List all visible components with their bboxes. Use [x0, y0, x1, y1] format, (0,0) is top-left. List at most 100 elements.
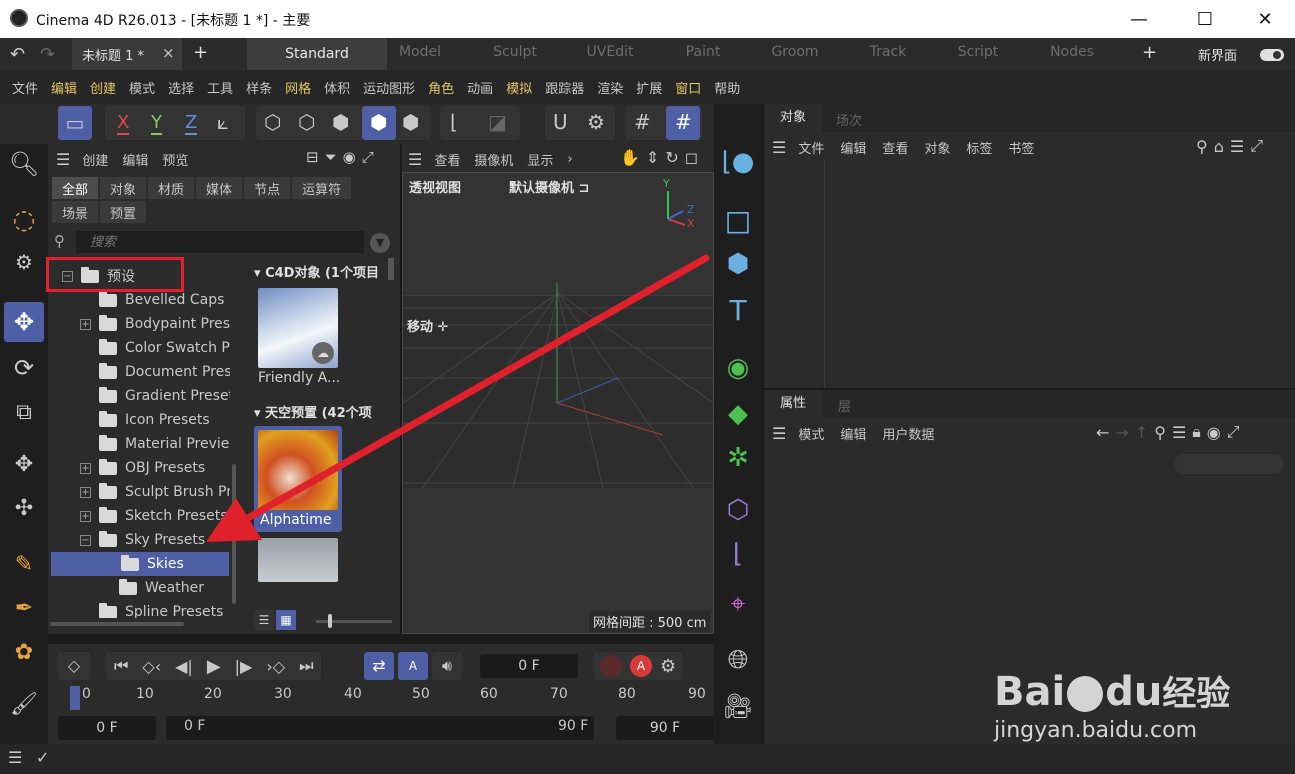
object-menu-file[interactable]: 文件 [798, 138, 824, 157]
tree-item[interactable]: Gradient Presets [48, 384, 230, 408]
asset-thumbnail-friendly[interactable]: ☁ [258, 288, 338, 368]
view-mode-icon[interactable]: ▭ [58, 106, 92, 140]
tab-script[interactable]: Script [938, 44, 1018, 64]
asset-tile-alphatime[interactable]: Alphatime [254, 426, 342, 532]
pan-hand-icon[interactable]: ✋ [620, 148, 640, 167]
expand-icon[interactable]: + [80, 486, 91, 498]
group-header-sky-presets[interactable]: ▾ 天空预置 (42个项 [254, 402, 390, 421]
current-frame-field[interactable]: 0 F [480, 654, 578, 678]
target-icon[interactable]: ◉ [343, 148, 356, 166]
object-menu-edit[interactable]: 编辑 [840, 138, 866, 157]
grid-icon[interactable]: # [634, 110, 651, 134]
magnet-icon[interactable]: U [553, 110, 568, 134]
back-arrow-icon[interactable]: ← [1096, 423, 1109, 442]
tree-item-sky-presets[interactable]: − Sky Presets [48, 528, 230, 552]
new-document-button[interactable]: + [193, 42, 208, 63]
tab-nodes[interactable]: Nodes [1032, 44, 1112, 64]
menu-extensions[interactable]: 扩展 [636, 78, 662, 97]
orbit-icon[interactable]: ↻ [665, 148, 678, 167]
menu-tools[interactable]: 工具 [207, 78, 233, 97]
tree-item[interactable]: Document Prese [48, 360, 230, 384]
search-tool-icon[interactable]: 🔍︎ [4, 144, 44, 184]
slider-handle[interactable] [328, 614, 332, 628]
menu-character[interactable]: 角色 [428, 78, 454, 97]
document-tab[interactable]: 未标题 1 * × [72, 38, 182, 70]
redo-icon[interactable]: ↷ [40, 44, 55, 65]
object-menu-tags[interactable]: 标签 [966, 138, 992, 157]
forward-arrow-icon[interactable]: → [1115, 423, 1128, 442]
grid-snap-button[interactable]: # [666, 106, 700, 140]
end-frame-field[interactable]: 90 F [616, 716, 714, 740]
coordinate-system-icon[interactable]: ⟀ [217, 110, 229, 134]
attribute-menu-edit[interactable]: 编辑 [840, 424, 866, 443]
null-object-icon[interactable]: ⌊● [718, 142, 758, 182]
tab-groom[interactable]: Groom [755, 44, 835, 64]
expand-icon[interactable]: + [80, 462, 91, 474]
search-icon[interactable]: ⚲ [1196, 137, 1208, 156]
dolly-icon[interactable]: ⇕ [646, 148, 659, 167]
viewport-menu-view[interactable]: 查看 [434, 150, 460, 169]
browser-tab-scenes[interactable]: 场景 [52, 201, 99, 223]
camera-object-icon[interactable]: 🎥︎ [718, 686, 758, 726]
undo-icon[interactable]: ↶ [10, 44, 25, 65]
tab-standard[interactable]: Standard [247, 38, 387, 70]
tree-item[interactable]: + Sculpt Brush Pre [48, 480, 230, 504]
lock-icon[interactable]: 🔒︎ [1192, 422, 1201, 442]
up-arrow-icon[interactable]: ↑ [1135, 423, 1148, 442]
autokey-frame-icon[interactable]: A [398, 652, 428, 680]
selection-settings-icon[interactable]: ⚙ [4, 242, 44, 282]
expand-panel-icon[interactable]: ⤢ [1250, 136, 1263, 156]
target-icon[interactable]: ◉ [1207, 423, 1221, 442]
playhead[interactable] [70, 686, 80, 710]
next-frame-icon[interactable]: |▶ [235, 657, 253, 676]
close-button[interactable]: ✕ [1250, 6, 1280, 32]
browser-tab-all[interactable]: 全部 [52, 177, 99, 199]
edges-mode-icon[interactable]: ⬡ [298, 110, 315, 134]
tree-item[interactable]: Spline Presets [48, 600, 230, 618]
live-selection-icon[interactable]: ◌ [4, 200, 44, 240]
loop-icon[interactable]: ⇄ [364, 652, 394, 680]
new-ui-toggle[interactable] [1260, 49, 1284, 61]
menu-file[interactable]: 文件 [12, 78, 38, 97]
points-mode-icon[interactable]: ⬡ [264, 110, 281, 134]
grid-view-icon[interactable]: ▦ [276, 610, 296, 630]
tree-h-scrollbar[interactable] [50, 622, 184, 626]
text-spline-icon[interactable]: T [718, 290, 758, 330]
maximize-button[interactable]: ☐ [1190, 6, 1220, 32]
expand-icon[interactable]: + [80, 318, 91, 330]
tab-model[interactable]: Model [380, 44, 460, 64]
asset-thumbnail-next[interactable] [258, 538, 338, 582]
uv-mode-icon[interactable]: ⬢ [402, 110, 419, 134]
tree-item[interactable]: + OBJ Presets [48, 456, 230, 480]
search-options-icon[interactable]: ▼ [370, 233, 390, 253]
key-settings-icon[interactable]: ⚙ [660, 656, 676, 677]
status-check-icon[interactable]: ✓ [36, 748, 49, 767]
cloud-download-icon[interactable]: ☁ [312, 342, 334, 364]
viewport-menu-display[interactable]: 显示 [527, 150, 553, 169]
start-frame-field[interactable]: 0 F [58, 716, 156, 740]
snap-settings-icon[interactable]: ⚙ [587, 110, 605, 134]
goto-end-icon[interactable]: ⏭ [299, 656, 313, 676]
filter-icon[interactable]: ☰ [1230, 137, 1244, 156]
timeline-ruler[interactable]: 0 10 20 30 40 50 60 70 80 90 [64, 684, 708, 710]
tab-takes[interactable]: 场次 [836, 110, 862, 129]
collapse-icon[interactable]: − [80, 534, 91, 546]
home-icon[interactable]: ⌂ [1214, 137, 1224, 156]
expand-icon[interactable]: + [80, 510, 91, 522]
sound-icon[interactable]: 🔊︎ [432, 652, 462, 680]
filter-icon[interactable]: ☰ [1172, 423, 1186, 442]
tab-objects[interactable]: 对象 [764, 104, 822, 132]
viewport-camera[interactable]: 默认摄像机 ⊐ [509, 177, 589, 196]
spline-pen-icon[interactable]: ✎ [4, 544, 44, 584]
attribute-search-field[interactable] [1174, 454, 1284, 474]
expand-panel-icon[interactable]: ⤢ [362, 148, 374, 166]
scale-tool-icon[interactable]: ⧉ [4, 392, 44, 432]
prev-frame-icon[interactable]: ◀| [175, 657, 193, 676]
range-slider[interactable]: 0 F 90 F [166, 716, 594, 740]
menu-volume[interactable]: 体积 [324, 78, 350, 97]
volume-icon[interactable]: ⌖ [718, 584, 758, 624]
thumbnail-size-slider[interactable] [316, 614, 392, 628]
tree-item[interactable]: Icon Presets [48, 408, 230, 432]
next-key-icon[interactable]: ›◇ [266, 657, 285, 676]
cloner-icon[interactable]: ◆ [718, 394, 758, 434]
